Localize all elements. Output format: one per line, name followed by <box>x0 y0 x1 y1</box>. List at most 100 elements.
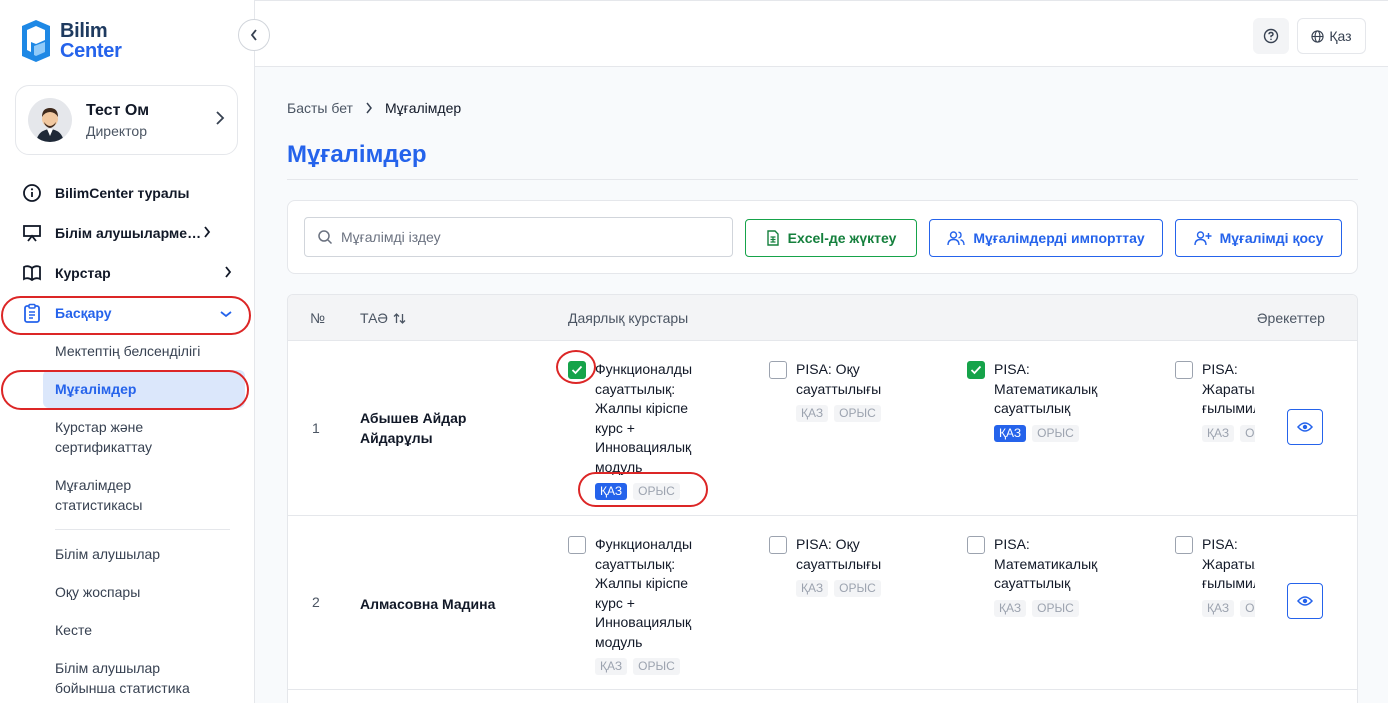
book-icon <box>22 263 42 283</box>
course-checkbox[interactable] <box>967 536 985 554</box>
course-checkbox[interactable] <box>769 536 787 554</box>
course-title: PISA: Оқу сауаттылығы <box>796 361 882 397</box>
add-teacher-label: Мұғалімді қосу <box>1219 230 1324 246</box>
course-checkbox[interactable] <box>568 361 586 379</box>
lang-tag-rus[interactable]: ОРЫС <box>1240 424 1255 442</box>
course-checkbox[interactable] <box>1175 361 1193 379</box>
course-title: PISA: Оқу сауаттылығы <box>796 536 882 572</box>
table-row: 2 Алмасовна Мадина Функционалды сауаттыл… <box>288 516 1357 690</box>
globe-icon <box>1311 29 1325 43</box>
sub-item-courses-cert[interactable]: Курстар және сертификаттау <box>55 417 205 457</box>
lang-tag-rus[interactable]: ОРЫС <box>633 483 680 500</box>
lang-tag-kaz[interactable]: ҚАЗ <box>994 599 1027 617</box>
sub-item-schedule[interactable]: Кесте <box>55 620 92 640</box>
teacher-name: Абышев Айдар Айдарұлы <box>360 410 467 446</box>
nav-item-courses[interactable]: Курстар <box>22 261 232 285</box>
breadcrumb-home[interactable]: Басты бет <box>287 100 353 116</box>
nav-item-students-work[interactable]: Білім алушылармен жұмыс <box>22 221 232 245</box>
sub-item-school-activity[interactable]: Мектептің белсенділігі <box>55 341 200 361</box>
language-button[interactable]: Қаз <box>1297 18 1366 54</box>
teacher-name: Алмасовна Мадина <box>360 596 496 612</box>
help-button[interactable] <box>1253 18 1289 54</box>
help-icon <box>1263 28 1279 44</box>
teachers-table: № ТАӘ Даярлық курстары Әрекеттер 1 Абыше… <box>287 294 1358 703</box>
course-cell: PISA: Математикалық сауаттылық ҚАЗ ОРЫС <box>967 535 1114 617</box>
course-cell-clipped: PISA: Жаратылыстану ғылымилық ҚАЗ ОРЫС <box>1175 535 1255 645</box>
logo-icon <box>22 20 50 62</box>
sub-item-student-stats[interactable]: Білім алушылар бойынша статистика <box>55 658 205 698</box>
course-cell-clipped: PISA: Жаратылыстану ғылымилық ҚАЗ ОРЫС <box>1175 360 1255 470</box>
chevron-right-icon <box>215 110 225 131</box>
chevron-right-icon <box>366 102 372 114</box>
column-header-actions: Әрекеттер <box>1257 310 1325 326</box>
chevron-down-icon <box>220 305 232 321</box>
brand-logo[interactable]: Bilim Center <box>18 18 122 64</box>
lang-tag-rus[interactable]: ОРЫС <box>834 405 881 422</box>
chevron-right-icon <box>224 265 232 281</box>
lang-tag-kaz[interactable]: ҚАЗ <box>595 483 628 500</box>
collapse-sidebar-button[interactable] <box>238 19 270 51</box>
divider <box>55 529 230 530</box>
column-header-name[interactable]: ТАӘ <box>360 310 406 326</box>
lang-tag-rus[interactable]: ОРЫС <box>1240 599 1255 617</box>
lang-tag-rus[interactable]: ОРЫС <box>633 658 680 675</box>
lang-tag-kaz[interactable]: ҚАЗ <box>1202 424 1235 442</box>
presentation-icon <box>22 223 42 243</box>
sub-item-curriculum[interactable]: Оқу жоспары <box>55 582 140 602</box>
page-title: Мұғалімдер <box>287 141 427 168</box>
avatar <box>28 98 72 142</box>
course-title: Функционалды сауаттылық: Жалпы кіріспе к… <box>595 536 693 650</box>
course-cell: PISA: Оқу сауаттылығы ҚАЗ ОРЫС <box>769 535 916 597</box>
course-title: PISA: Математикалық сауаттылық <box>994 536 1098 591</box>
course-cell: PISA: Жаратылыстану ғылымилық ҚАЗ ОРЫС <box>1175 360 1255 442</box>
lang-tag-kaz[interactable]: ҚАЗ <box>595 658 628 675</box>
lang-tag-rus[interactable]: ОРЫС <box>1032 599 1079 617</box>
lang-tag-kaz[interactable]: ҚАЗ <box>994 424 1027 442</box>
nav-item-about[interactable]: BilimCenter туралы <box>22 181 232 205</box>
sub-item-students[interactable]: Білім алушылар <box>55 544 160 564</box>
breadcrumb-current: Мұғалімдер <box>384 100 462 116</box>
nav-item-label: Курстар <box>55 265 111 281</box>
course-checkbox[interactable] <box>769 361 787 379</box>
search-input[interactable] <box>341 229 721 245</box>
lang-tag-kaz[interactable]: ҚАЗ <box>1202 599 1235 617</box>
brand-line1: Bilim <box>60 20 108 42</box>
excel-download-button[interactable]: Excel-де жүктеу <box>745 219 917 257</box>
course-title: Функционалды сауаттылық: Жалпы кіріспе к… <box>595 361 693 475</box>
course-checkbox[interactable] <box>568 536 586 554</box>
lang-tag-kaz[interactable]: ҚАЗ <box>796 580 829 597</box>
view-teacher-button[interactable] <box>1287 409 1323 445</box>
sub-item-teacher-stats[interactable]: Мұғалімдер статистикасы <box>55 475 175 515</box>
course-title: PISA: Математикалық сауаттылық <box>994 361 1098 416</box>
info-icon <box>22 183 42 203</box>
eye-icon <box>1297 422 1313 432</box>
course-cell: Функционалды сауаттылық: Жалпы кіріспе к… <box>568 535 715 675</box>
nav-item-management[interactable]: Басқару <box>22 301 232 325</box>
sub-item-teachers[interactable]: Мұғалімдер <box>43 370 245 408</box>
search-box[interactable] <box>304 217 733 257</box>
profile-role: Директор <box>86 122 147 139</box>
import-teachers-label: Мұғалімдерді импорттау <box>973 230 1145 246</box>
lang-tag-rus[interactable]: ОРЫС <box>1032 424 1079 442</box>
users-icon <box>947 231 966 246</box>
chevron-left-icon <box>250 29 257 41</box>
course-title: PISA: Жаратылыстану ғылымилық <box>1202 536 1255 591</box>
check-icon <box>970 365 982 375</box>
view-teacher-button[interactable] <box>1287 583 1323 619</box>
nav-item-label: Басқару <box>55 305 112 321</box>
course-cell: PISA: Математикалық сауаттылық ҚАЗ ОРЫС <box>967 360 1114 442</box>
excel-download-label: Excel-де жүктеу <box>787 230 897 246</box>
row-number: 2 <box>312 594 320 610</box>
add-teacher-button[interactable]: Мұғалімді қосу <box>1175 219 1342 257</box>
lang-tag-kaz[interactable]: ҚАЗ <box>796 405 829 422</box>
sort-icon <box>393 312 406 324</box>
import-teachers-button[interactable]: Мұғалімдерді импорттау <box>929 219 1163 257</box>
course-checkbox[interactable] <box>967 361 985 379</box>
chevron-right-icon <box>203 225 211 241</box>
profile-card[interactable]: Тест Ом Директор <box>15 85 238 155</box>
course-checkbox[interactable] <box>1175 536 1193 554</box>
user-plus-icon <box>1193 231 1212 246</box>
course-cell: PISA: Оқу сауаттылығы ҚАЗ ОРЫС <box>769 360 916 422</box>
top-bar: Қаз <box>255 0 1388 67</box>
lang-tag-rus[interactable]: ОРЫС <box>834 580 881 597</box>
